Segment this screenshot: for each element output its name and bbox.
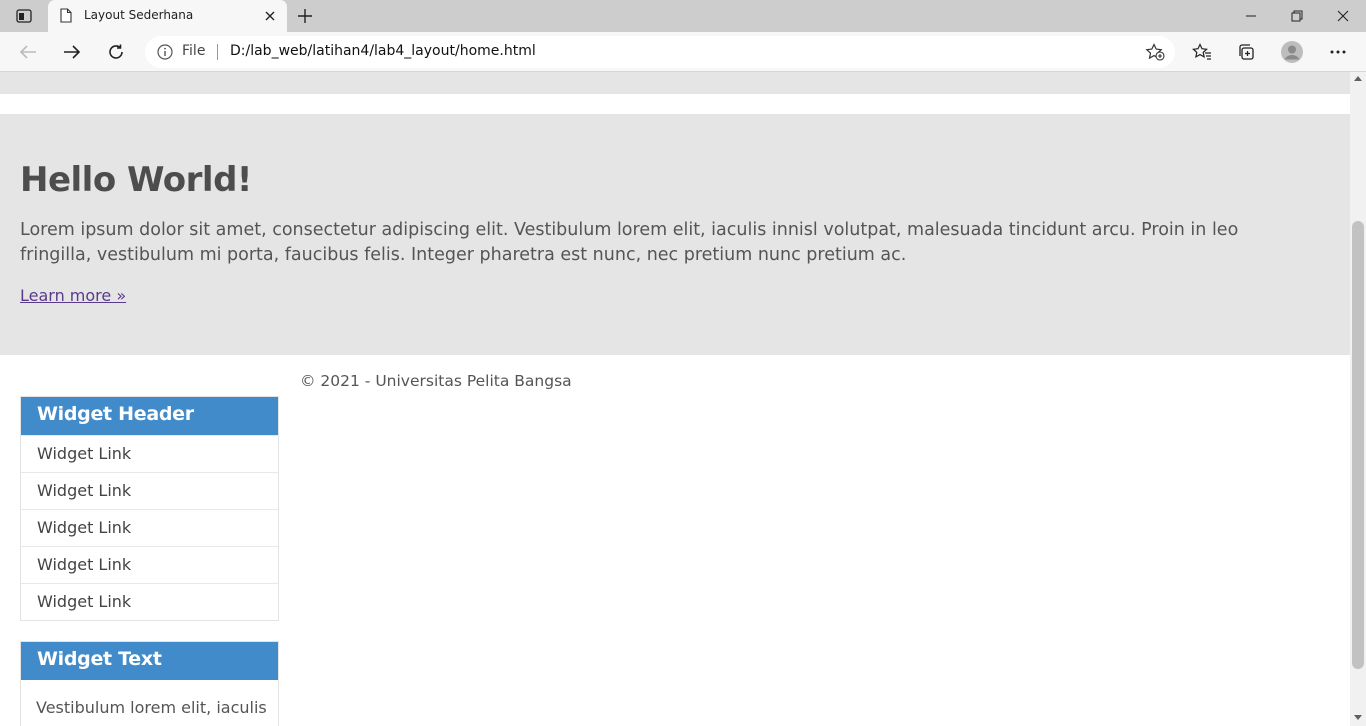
close-icon [1337, 10, 1349, 22]
footer-copyright: © 2021 - Universitas Pelita Bangsa [300, 372, 572, 390]
hero-heading: Hello World! [20, 160, 252, 200]
more-button[interactable] [1324, 39, 1352, 65]
address-bar[interactable]: File D:/lab_web/latihan4/lab4_layout/hom… [145, 36, 1175, 68]
profile-button[interactable] [1278, 39, 1306, 65]
address-scheme: File [182, 43, 206, 59]
tab-title: Layout Sederhana [84, 8, 194, 22]
widget-header: Widget Header [21, 397, 278, 435]
profile-icon [1281, 41, 1303, 63]
star-plus-icon[interactable] [1145, 43, 1165, 65]
collections-icon [1239, 44, 1254, 60]
info-icon[interactable] [157, 44, 173, 64]
new-tab-button[interactable] [294, 6, 316, 26]
page-icon [60, 8, 72, 27]
forward-button[interactable] [58, 39, 86, 65]
address-url[interactable]: D:/lab_web/latihan4/lab4_layout/home.htm… [230, 43, 536, 59]
hero-section: Hello World! Lorem ipsum dolor sit amet,… [0, 114, 1350, 355]
refresh-icon [109, 44, 123, 59]
window-close-button[interactable] [1320, 0, 1366, 32]
widget-link[interactable]: Widget Link [21, 435, 278, 472]
tab-actions-icon[interactable] [10, 7, 38, 25]
widget-link[interactable]: Widget Link [21, 583, 278, 620]
favorites-icon [1192, 43, 1211, 60]
collections-button[interactable] [1232, 39, 1260, 65]
nav-strip [0, 72, 1350, 94]
refresh-button[interactable] [102, 39, 130, 65]
plus-icon [298, 9, 312, 23]
widget-text: Widget Text Vestibulum lorem elit, iacul… [20, 641, 279, 726]
learn-more-link[interactable]: Learn more » [20, 286, 126, 305]
restore-icon [1291, 10, 1303, 22]
widget-link[interactable]: Widget Link [21, 472, 278, 509]
minimize-icon [1246, 15, 1256, 17]
scroll-thumb[interactable] [1352, 221, 1364, 669]
close-icon[interactable] [263, 8, 277, 27]
favorites-button[interactable] [1188, 39, 1216, 65]
vertical-scrollbar[interactable] [1350, 72, 1366, 726]
scroll-up-arrow-icon[interactable] [1354, 76, 1362, 81]
scroll-down-arrow-icon[interactable] [1354, 715, 1362, 720]
browser-toolbar: File D:/lab_web/latihan4/lab4_layout/hom… [0, 32, 1366, 72]
tab-bar: Layout Sederhana [0, 0, 1366, 32]
address-separator [217, 44, 218, 60]
hero-paragraph: Lorem ipsum dolor sit amet, consectetur … [20, 220, 1239, 265]
back-button[interactable] [14, 39, 42, 65]
restore-button[interactable] [1274, 0, 1320, 32]
page-viewport: Hello World! Lorem ipsum dolor sit amet,… [0, 72, 1350, 726]
minimize-button[interactable] [1228, 0, 1274, 32]
widget-links: Widget Header Widget Link Widget Link Wi… [20, 396, 279, 621]
widget-text-body: Vestibulum lorem elit, iaculis [36, 698, 267, 717]
widget-link[interactable]: Widget Link [21, 546, 278, 583]
widget-link[interactable]: Widget Link [21, 509, 278, 546]
back-arrow-icon [19, 45, 36, 59]
forward-arrow-icon [64, 45, 81, 59]
more-icon [1330, 50, 1346, 54]
widget-text-header: Widget Text [21, 642, 278, 680]
browser-tab[interactable]: Layout Sederhana [48, 0, 287, 32]
